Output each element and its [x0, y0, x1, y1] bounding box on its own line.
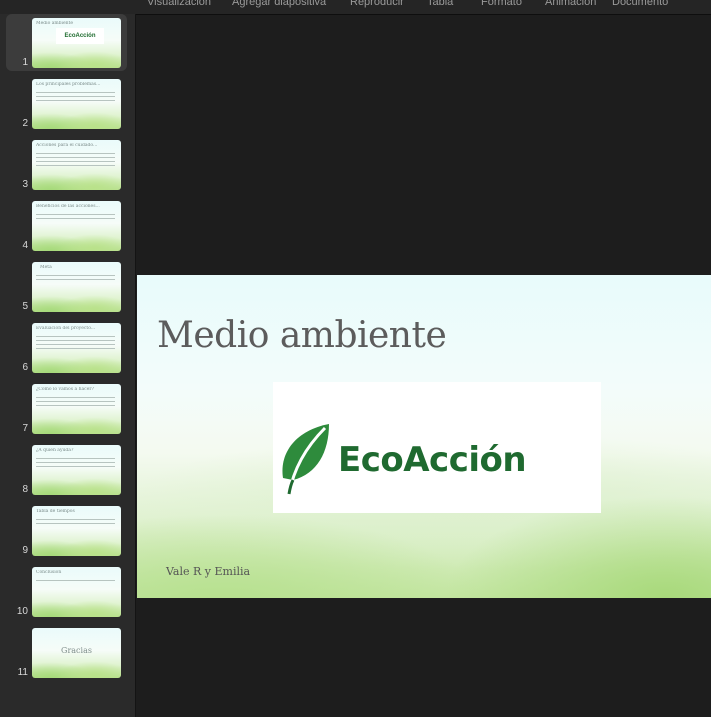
slide-number: 6 [22, 362, 28, 373]
slide-thumbnail-6[interactable]: 6 Evaluación del proyecto... [6, 319, 127, 376]
slide-number: 1 [22, 57, 28, 68]
logo-text: EcoAcción [338, 440, 527, 480]
slide-thumbnail-10[interactable]: 10 Conclusión [6, 563, 127, 620]
slide-number: 5 [22, 301, 28, 312]
slide-preview-title: Gracias [61, 646, 92, 655]
slide-number: 8 [22, 484, 28, 495]
slide-preview-title: Conclusión [36, 570, 62, 575]
slide-preview-title: Meta [40, 265, 52, 270]
slide-preview-body [36, 519, 115, 527]
slide-preview-body [36, 92, 115, 104]
slide-preview-body [36, 275, 115, 283]
slide-number: 3 [22, 179, 28, 190]
slide-preview: ¿A quién ayuda? [32, 445, 121, 495]
slide-preview-title: ¿Cómo lo vamos a hacer? [36, 387, 94, 392]
slide-preview-title: Evaluación del proyecto... [36, 326, 96, 331]
slide-preview: Beneficios de las acciones... [32, 201, 121, 251]
slide-number: 4 [22, 240, 28, 251]
slide-preview-body [36, 397, 115, 409]
slide-preview-logo: EcoAcción [56, 28, 104, 44]
slide-preview: Conclusión [32, 567, 121, 617]
slide-number: 10 [16, 606, 28, 617]
slide-preview-body [36, 214, 115, 222]
slide-preview-body [36, 580, 115, 584]
slide-thumbnail-8[interactable]: 8 ¿A quién ayuda? [6, 441, 127, 498]
toolbar-view-button[interactable]: Visualización [147, 0, 211, 8]
slide-preview: Acciones para el cuidado... [32, 140, 121, 190]
slide-preview: Evaluación del proyecto... [32, 323, 121, 373]
slide-preview: ¿Cómo lo vamos a hacer? [32, 384, 121, 434]
slide-author[interactable]: Vale R y Emilia [166, 565, 250, 578]
slide-thumbnail-9[interactable]: 9 Tabla de tiempos [6, 502, 127, 559]
toolbar-play-button[interactable]: Reproducir [350, 0, 404, 8]
slide-number: 9 [22, 545, 28, 556]
slide-title[interactable]: Medio ambiente [157, 315, 447, 356]
toolbar-add-slide-button[interactable]: Agregar diapositiva [232, 0, 326, 8]
slide-preview-title: Tabla de tiempos [36, 509, 75, 514]
slide-preview-title: ¿A quién ayuda? [36, 448, 74, 453]
slide-thumbnail-2[interactable]: 2 Los principales problemas... [6, 75, 127, 132]
slide-thumbnail-7[interactable]: 7 ¿Cómo lo vamos a hacer? [6, 380, 127, 437]
toolbar: Visualización Agregar diapositiva Reprod… [0, 0, 711, 15]
slide-preview: Medio ambiente EcoAcción [32, 18, 121, 68]
slide-preview-title: Acciones para el cuidado... [36, 143, 98, 148]
toolbar-animate-button[interactable]: Animación [545, 0, 596, 8]
slide-thumbnail-1[interactable]: 1 Medio ambiente EcoAcción [6, 14, 127, 71]
slide-thumbnail-5[interactable]: 5 Meta [6, 258, 127, 315]
current-slide[interactable]: Medio ambiente EcoAcción Vale R y Emilia [137, 275, 711, 598]
logo-image[interactable]: EcoAcción [273, 382, 601, 513]
toolbar-table-button[interactable]: Tabla [427, 0, 453, 8]
slide-preview-title: Los principales problemas... [36, 82, 101, 87]
slide-preview: Gracias [32, 628, 121, 678]
slide-preview-title: Beneficios de las acciones... [36, 204, 100, 209]
toolbar-format-button[interactable]: Formato [481, 0, 522, 8]
slide-canvas[interactable]: Medio ambiente EcoAcción Vale R y Emilia [136, 15, 711, 717]
slide-thumbnail-4[interactable]: 4 Beneficios de las acciones... [6, 197, 127, 254]
slide-preview-body [36, 153, 115, 169]
slide-thumbnail-3[interactable]: 3 Acciones para el cuidado... [6, 136, 127, 193]
slide-navigator: 1 Medio ambiente EcoAcción 2 Los princip… [0, 14, 136, 717]
slide-number: 2 [22, 118, 28, 129]
slide-preview: Meta [32, 262, 121, 312]
slide-preview-body [36, 458, 115, 470]
slide-preview-title: Medio ambiente [36, 21, 74, 26]
leaf-icon [282, 424, 329, 495]
slide-preview-body [36, 336, 115, 352]
slide-number: 11 [17, 667, 28, 678]
slide-number: 7 [22, 423, 28, 434]
toolbar-document-button[interactable]: Documento [612, 0, 668, 8]
slide-preview: Tabla de tiempos [32, 506, 121, 556]
slide-thumbnail-11[interactable]: 11 Gracias [6, 624, 127, 681]
slide-preview: Los principales problemas... [32, 79, 121, 129]
